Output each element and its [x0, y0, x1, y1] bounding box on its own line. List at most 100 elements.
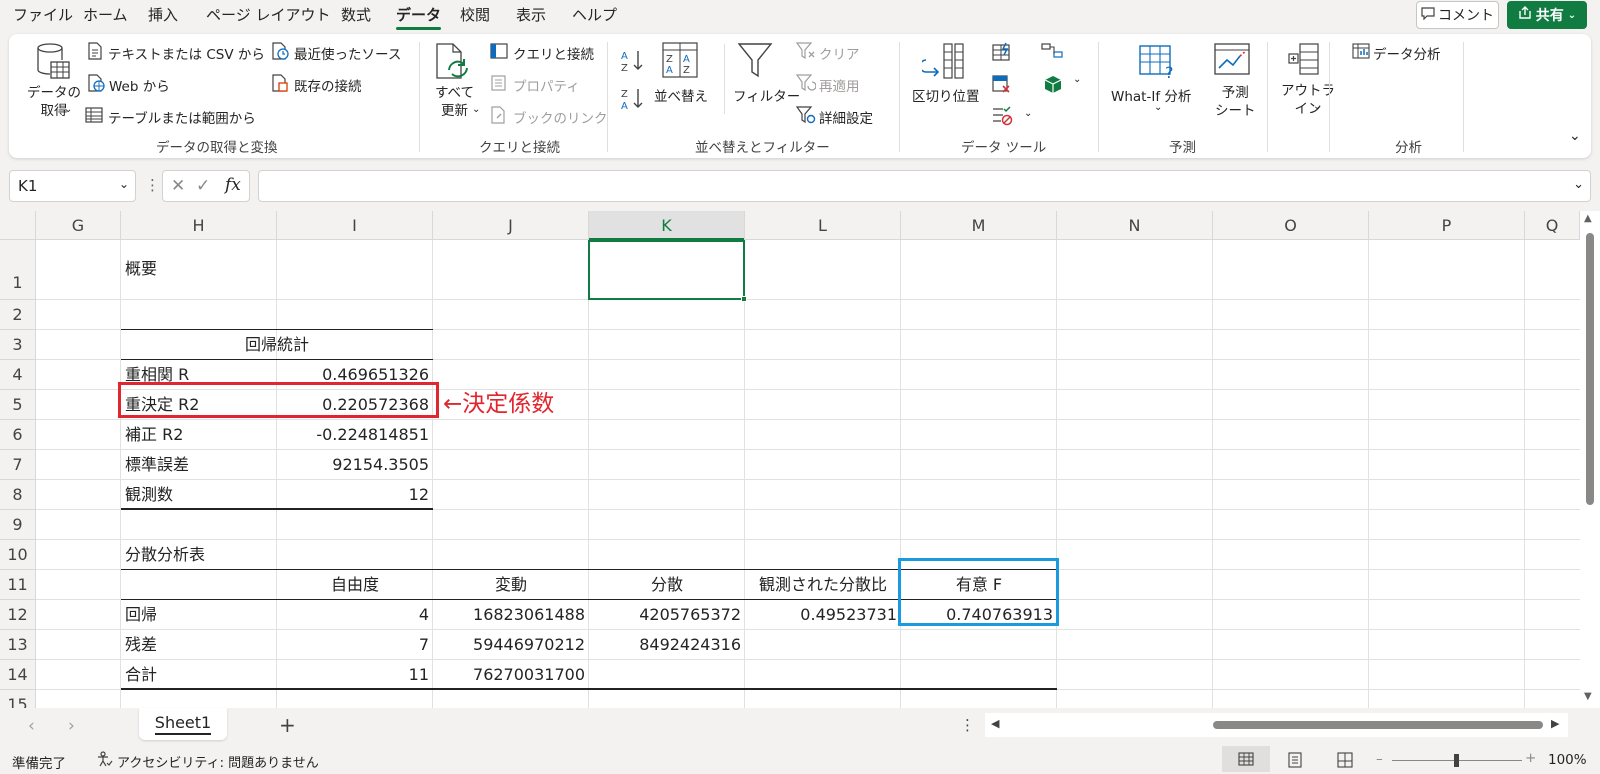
- menu-data[interactable]: データ: [396, 4, 442, 30]
- menu-insert[interactable]: 挿入: [148, 4, 178, 25]
- cancel-icon[interactable]: ✕: [171, 176, 185, 196]
- menu-file[interactable]: ファイル: [13, 4, 73, 25]
- cell-j13[interactable]: 59446970212: [437, 630, 585, 660]
- cell-k11[interactable]: 分散: [593, 570, 741, 600]
- row-header-11[interactable]: 11: [0, 570, 36, 600]
- zoom-level[interactable]: 100%: [1548, 752, 1587, 768]
- row-header-12[interactable]: 12: [0, 600, 36, 630]
- column-header-j[interactable]: J: [433, 211, 589, 240]
- queries-connections-button[interactable]: クエリと接続: [513, 43, 594, 63]
- cell-j14[interactable]: 76270031700: [437, 660, 585, 690]
- existing-connections-button[interactable]: 既存の接続: [294, 75, 362, 95]
- cell-i13[interactable]: 7: [281, 630, 429, 660]
- add-sheet-icon[interactable]: +: [279, 713, 296, 737]
- scroll-right-icon[interactable]: ▶: [1551, 717, 1559, 730]
- table-range-button[interactable]: テーブルまたは範囲から: [108, 107, 256, 127]
- menu-review[interactable]: 校閲: [460, 4, 490, 25]
- column-header-p[interactable]: P: [1369, 211, 1525, 240]
- cell-h7[interactable]: 標準誤差: [125, 450, 273, 480]
- sheet-tab-sheet1[interactable]: Sheet1: [139, 708, 227, 740]
- collapse-ribbon-button[interactable]: ⌄: [1569, 128, 1581, 144]
- column-header-q[interactable]: Q: [1525, 211, 1580, 240]
- page-break-view-icon[interactable]: [1337, 752, 1353, 768]
- refresh-all-button[interactable]: すべて 更新: [435, 84, 474, 120]
- text-csv-button[interactable]: テキストまたは CSV から: [108, 43, 265, 63]
- next-sheet-icon[interactable]: ›: [68, 716, 75, 736]
- vertical-scrollbar[interactable]: ▲ ▼: [1580, 211, 1600, 708]
- scroll-up-icon[interactable]: ▲: [1584, 213, 1592, 224]
- row-header-14[interactable]: 14: [0, 660, 36, 690]
- column-header-n[interactable]: N: [1057, 211, 1213, 240]
- comment-button[interactable]: コメント: [1416, 1, 1499, 29]
- cell-l11[interactable]: 観測された分散比: [749, 570, 897, 600]
- row-header-13[interactable]: 13: [0, 630, 36, 660]
- cell-h1[interactable]: 概要: [125, 254, 273, 284]
- clear-button[interactable]: クリア: [819, 43, 860, 63]
- page-layout-view-icon[interactable]: [1287, 752, 1303, 768]
- row-header-4[interactable]: 4: [0, 360, 36, 390]
- row-header-6[interactable]: 6: [0, 420, 36, 450]
- column-header-m[interactable]: M: [901, 211, 1057, 240]
- insert-function-button[interactable]: fx: [225, 175, 241, 195]
- menu-formulas[interactable]: 数式: [341, 4, 371, 25]
- cell-k12[interactable]: 4205765372: [593, 600, 741, 630]
- properties-button[interactable]: プロパティ: [513, 75, 580, 95]
- chevron-down-icon[interactable]: ⌄: [1573, 177, 1584, 192]
- scroll-left-icon[interactable]: ◀: [991, 717, 999, 730]
- data-analysis-button[interactable]: データ分析: [1373, 43, 1441, 63]
- name-box[interactable]: K1 ⌄: [9, 170, 136, 202]
- select-all-button[interactable]: [0, 211, 36, 240]
- zoom-in-icon[interactable]: +: [1525, 750, 1536, 766]
- workbook-links-button[interactable]: ブックのリンク: [513, 107, 608, 127]
- column-header-g[interactable]: G: [36, 211, 121, 240]
- cell-i11[interactable]: 自由度: [281, 570, 429, 600]
- cell-l12[interactable]: 0.49523731: [749, 600, 897, 630]
- cell-i14[interactable]: 11: [281, 660, 429, 690]
- horizontal-scrollbar[interactable]: ◀ ▶: [985, 713, 1568, 737]
- reapply-button[interactable]: 再適用: [819, 75, 860, 95]
- column-header-k[interactable]: K: [589, 211, 745, 240]
- filter-button[interactable]: フィルター: [733, 85, 800, 105]
- more-options-icon[interactable]: ⋮: [145, 176, 160, 194]
- accessibility-status[interactable]: アクセシビリティ: 問題ありません: [117, 752, 319, 771]
- get-data-button[interactable]: データの 取得: [27, 84, 81, 120]
- menu-view[interactable]: 表示: [516, 4, 546, 25]
- cell-h10[interactable]: 分散分析表: [125, 540, 273, 570]
- scroll-thumb[interactable]: [1213, 721, 1543, 729]
- cell-j12[interactable]: 16823061488: [437, 600, 585, 630]
- cell-h14[interactable]: 合計: [125, 660, 273, 690]
- scroll-down-icon[interactable]: ▼: [1584, 691, 1592, 702]
- text-to-columns-button[interactable]: 区切り位置: [912, 85, 980, 105]
- enter-icon[interactable]: ✓: [196, 176, 210, 196]
- recent-sources-button[interactable]: 最近使ったソース: [294, 43, 401, 63]
- zoom-slider-thumb[interactable]: [1454, 754, 1459, 767]
- column-header-i[interactable]: I: [277, 211, 433, 240]
- column-header-l[interactable]: L: [745, 211, 901, 240]
- scroll-thumb[interactable]: [1586, 233, 1594, 505]
- zoom-out-icon[interactable]: –: [1376, 751, 1383, 767]
- cell-i7[interactable]: 92154.3505: [281, 450, 429, 480]
- cell-i6[interactable]: -0.224814851: [281, 420, 429, 450]
- menu-home[interactable]: ホーム: [83, 4, 128, 25]
- cell-h12[interactable]: 回帰: [125, 600, 273, 630]
- sort-button[interactable]: 並べ替え: [654, 85, 708, 105]
- prev-sheet-icon[interactable]: ‹: [28, 716, 35, 736]
- row-header-15[interactable]: 15: [0, 690, 36, 708]
- row-header-1[interactable]: 1: [0, 240, 36, 300]
- row-header-8[interactable]: 8: [0, 480, 36, 510]
- share-button[interactable]: 共有 ⌄: [1507, 1, 1587, 29]
- cell-h8[interactable]: 観測数: [125, 480, 273, 510]
- fill-handle[interactable]: [741, 296, 747, 302]
- column-header-h[interactable]: H: [121, 211, 277, 240]
- row-header-10[interactable]: 10: [0, 540, 36, 570]
- row-header-5[interactable]: 5: [0, 390, 36, 420]
- cell-h6[interactable]: 補正 R2: [125, 420, 273, 450]
- row-header-2[interactable]: 2: [0, 300, 36, 330]
- more-options-icon[interactable]: ⋮: [960, 716, 975, 734]
- selected-cell[interactable]: [588, 240, 745, 300]
- column-header-o[interactable]: O: [1213, 211, 1369, 240]
- cell-k13[interactable]: 8492424316: [593, 630, 741, 660]
- cell-h3[interactable]: 回帰統計: [125, 330, 429, 360]
- cell-j11[interactable]: 変動: [437, 570, 585, 600]
- row-header-3[interactable]: 3: [0, 330, 36, 360]
